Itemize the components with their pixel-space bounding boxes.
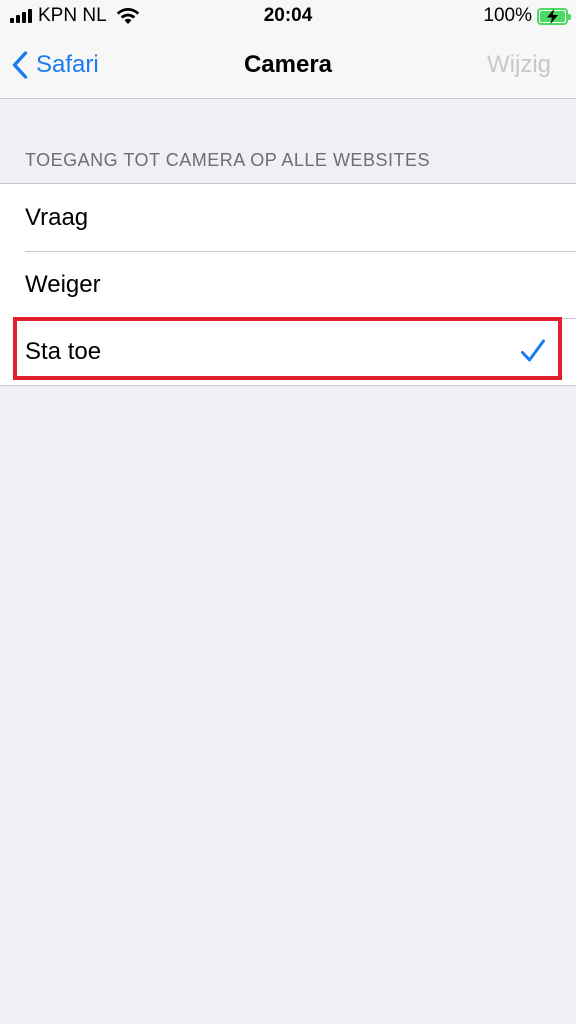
camera-access-options: Vraag Weiger Sta toe: [0, 183, 576, 386]
option-label: Vraag: [25, 203, 89, 231]
battery-charging-icon: [537, 7, 571, 25]
status-bar-right: 100%: [483, 5, 571, 26]
option-label: Weiger: [25, 270, 101, 298]
status-bar: KPN NL 20:04 100%: [0, 0, 576, 32]
battery-percentage: 100%: [483, 5, 532, 26]
option-row-ask[interactable]: Vraag: [0, 184, 576, 251]
option-row-deny[interactable]: Weiger: [0, 251, 576, 318]
edit-button[interactable]: Wijzig: [487, 51, 551, 79]
checkmark-icon: [521, 339, 545, 362]
section-header: TOEGANG TOT CAMERA OP ALLE WEBSITES: [25, 150, 430, 170]
option-row-allow[interactable]: Sta toe: [0, 318, 576, 385]
navigation-bar: Safari Camera Wijzig: [0, 32, 576, 99]
option-label: Sta toe: [25, 337, 102, 365]
